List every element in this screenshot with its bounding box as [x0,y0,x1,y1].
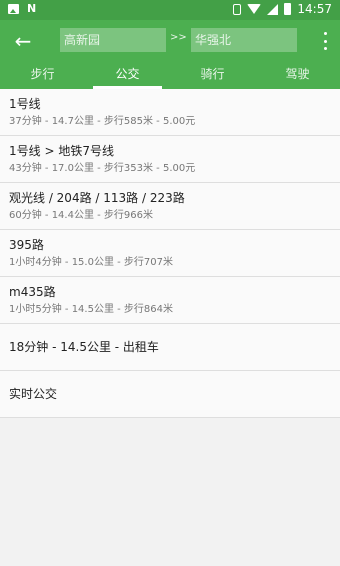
signal-icon [267,3,279,15]
n-icon: N [27,2,37,15]
route-detail: 43分钟 - 17.0公里 - 步行353米 - 5.00元 [9,163,196,174]
route-detail: 1小时5分钟 - 14.5公里 - 步行864米 [9,304,174,315]
toolbar: ← 高新园 >> 华强北 [0,20,340,62]
route-item[interactable]: m435路 1小时5分钟 - 14.5公里 - 步行864米 [0,277,340,324]
route-title: 1号线 [9,97,41,111]
route-detail: 37分钟 - 14.7公里 - 步行585米 - 5.00元 [9,116,196,127]
route-item[interactable]: 观光线 / 204路 / 113路 / 223路 60分钟 - 14.4公里 -… [0,183,340,230]
origin-input[interactable]: 高新园 [60,28,166,52]
tab-walk[interactable]: 步行 [0,62,85,89]
route-list: 1号线 37分钟 - 14.7公里 - 步行585米 - 5.00元 1号线 >… [0,89,340,418]
tab-bike[interactable]: 骑行 [170,62,255,89]
tab-drive[interactable]: 驾驶 [255,62,340,89]
realtime-bus-item[interactable]: 实时公交 [0,371,340,418]
mode-tabs: 步行 公交 骑行 驾驶 [0,62,340,89]
status-time: 14:57 [297,2,332,16]
battery-icon [284,3,292,15]
route-item[interactable]: 395路 1小时4分钟 - 15.0公里 - 步行707米 [0,230,340,277]
realtime-bus-title: 实时公交 [9,387,58,401]
vibrate-icon [233,3,242,15]
empty-area [0,419,340,566]
image-icon [8,4,19,14]
route-item[interactable]: 1号线 > 地铁7号线 43分钟 - 17.0公里 - 步行353米 - 5.0… [0,136,340,183]
more-options-icon[interactable] [324,32,328,50]
wifi-icon [247,4,262,14]
taxi-item[interactable]: 18分钟 - 14.5公里 - 出租车 [0,324,340,371]
route-title: m435路 [9,285,56,299]
destination-input[interactable]: 华强北 [191,28,297,52]
route-detail: 1小时4分钟 - 15.0公里 - 步行707米 [9,257,174,268]
tab-transit[interactable]: 公交 [85,62,170,89]
status-bar: N 14:57 [0,0,340,20]
route-title: 观光线 / 204路 / 113路 / 223路 [9,191,185,205]
back-arrow-icon[interactable]: ← [12,30,34,52]
route-item[interactable]: 1号线 37分钟 - 14.7公里 - 步行585米 - 5.00元 [0,89,340,136]
route-title: 1号线 > 地铁7号线 [9,144,114,158]
route-title: 395路 [9,238,44,252]
route-detail: 60分钟 - 14.4公里 - 步行966米 [9,210,154,221]
direction-arrows: >> [170,32,187,43]
taxi-title: 18分钟 - 14.5公里 - 出租车 [9,340,159,354]
